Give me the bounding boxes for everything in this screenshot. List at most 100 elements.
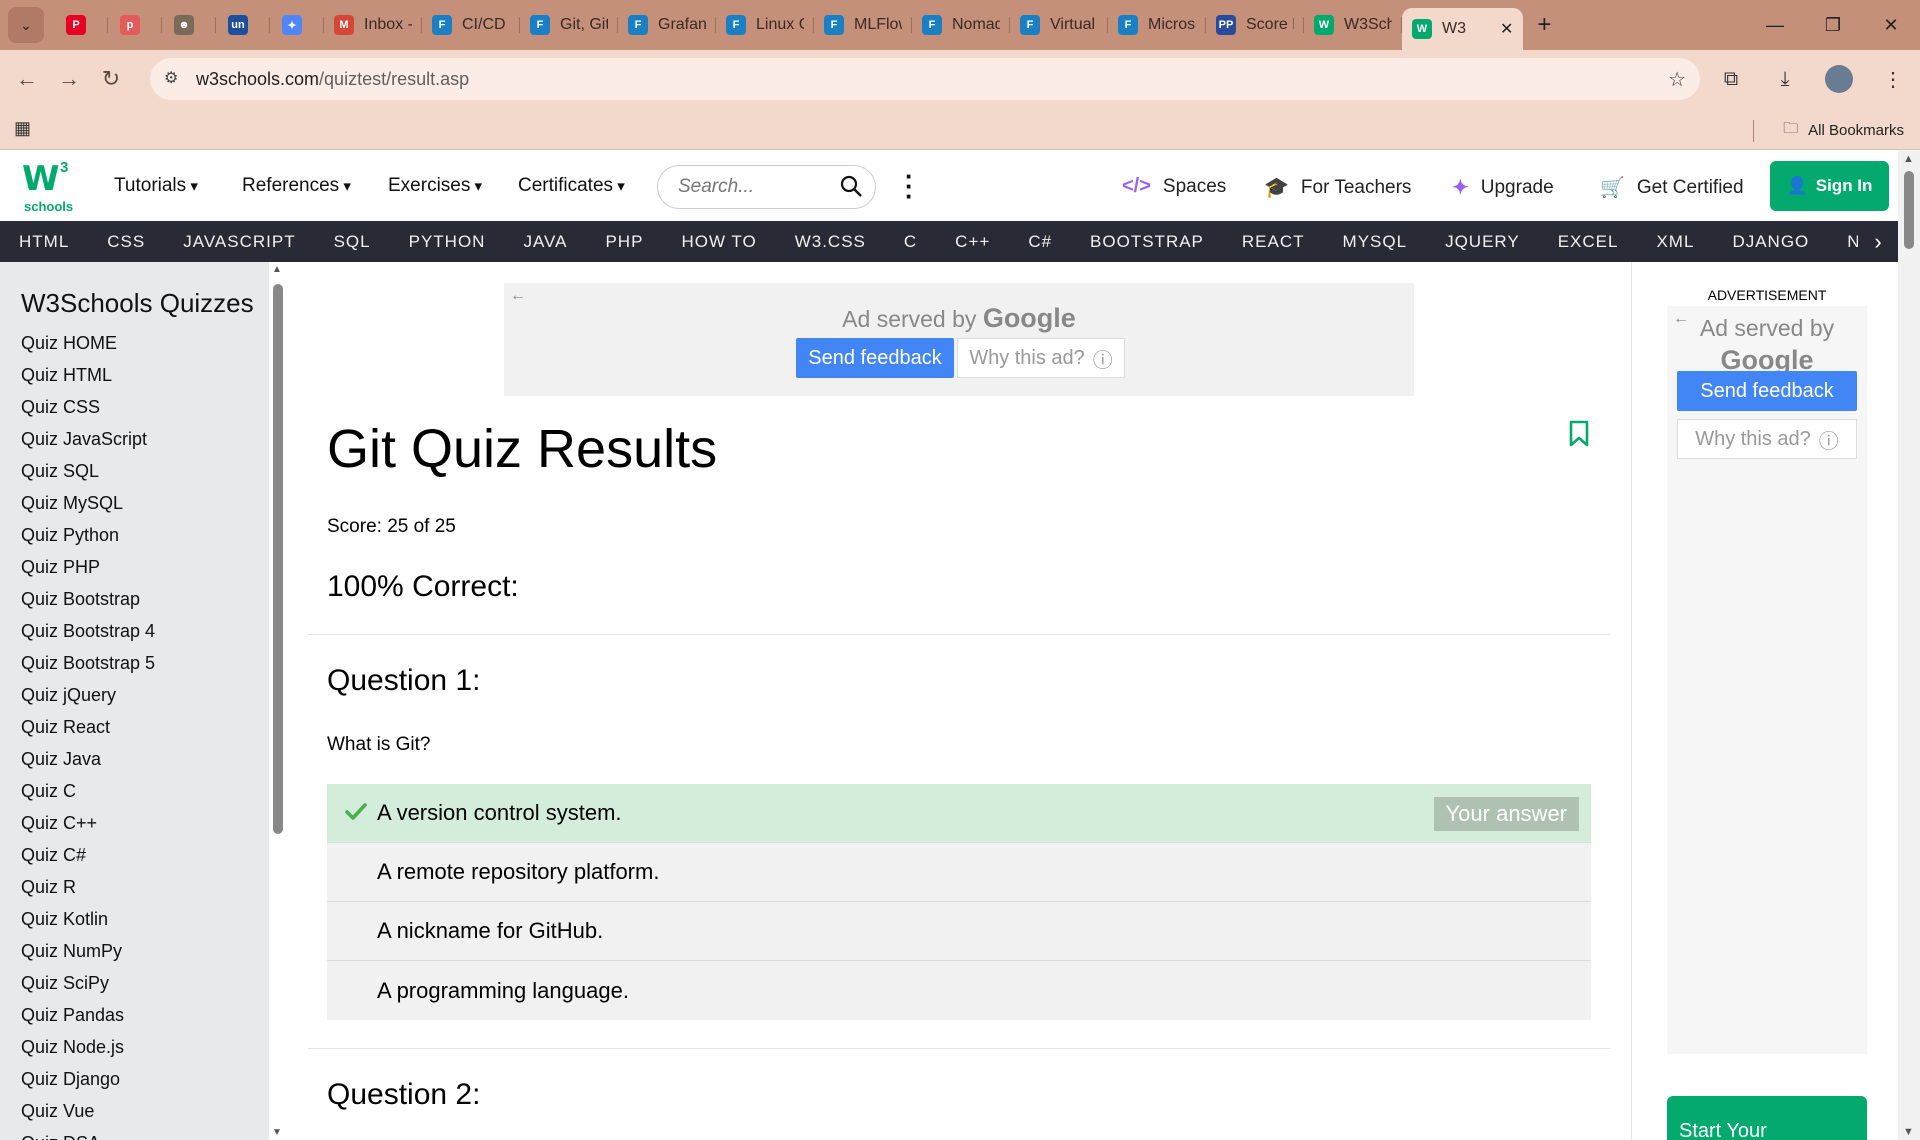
sidebar-scrollbar[interactable]: ▲ ▼ <box>269 262 286 1140</box>
browser-tab[interactable]: un <box>216 7 270 43</box>
page-scroll-thumb[interactable] <box>1904 171 1914 249</box>
sidebar-item-quiz-r[interactable]: Quiz R <box>0 871 269 903</box>
why-this-ad-button[interactable]: Why this ad? ⓘ <box>957 338 1125 378</box>
topic-link-sql[interactable]: SQL <box>334 232 371 252</box>
sidebar-item-quiz-pandas[interactable]: Quiz Pandas <box>0 999 269 1031</box>
scroll-down-icon[interactable]: ▼ <box>1903 1126 1914 1138</box>
topic-link-c[interactable]: C <box>904 232 917 252</box>
sidebar-item-quiz-bootstrap-5[interactable]: Quiz Bootstrap 5 <box>0 647 269 679</box>
topic-link-excel[interactable]: EXCEL <box>1558 232 1619 252</box>
sidebar-item-quiz-jquery[interactable]: Quiz jQuery <box>0 679 269 711</box>
new-tab-button[interactable]: + <box>1537 11 1551 39</box>
browser-tab[interactable]: ✦ <box>270 7 324 43</box>
why-this-ad-button[interactable]: Why this ad? ⓘ <box>1677 419 1857 459</box>
sidebar-item-quiz-django[interactable]: Quiz Django <box>0 1063 269 1095</box>
sidebar-item-quiz-vue[interactable]: Quiz Vue <box>0 1095 269 1127</box>
download-icon[interactable]: ⤓ <box>1758 68 1812 91</box>
sidebar-item-quiz-javascript[interactable]: Quiz JavaScript <box>0 423 269 455</box>
chevron-right-icon[interactable]: › <box>1858 221 1898 262</box>
sidebar-item-quiz-php[interactable]: Quiz PHP <box>0 551 269 583</box>
back-icon[interactable]: ← <box>6 66 48 92</box>
topic-link-java[interactable]: JAVA <box>523 232 567 252</box>
topic-link-bootstrap[interactable]: BOOTSTRAP <box>1090 232 1204 252</box>
browser-tab[interactable]: F Linux C <box>716 7 814 43</box>
sidebar-item-quiz-c-[interactable]: Quiz C++ <box>0 807 269 839</box>
page-scrollbar[interactable]: ▲ ▼ <box>1898 151 1920 1140</box>
browser-tab[interactable]: W W3Scho <box>1304 7 1402 43</box>
for-teachers-link[interactable]: 🎓 For Teachers <box>1264 175 1411 200</box>
send-feedback-button[interactable]: Send feedback <box>796 338 954 378</box>
scroll-up-icon[interactable]: ▲ <box>272 264 282 275</box>
sidebar-item-quiz-css[interactable]: Quiz CSS <box>0 391 269 423</box>
topic-link-css[interactable]: CSS <box>107 232 145 252</box>
topic-link-c-[interactable]: C# <box>1028 232 1052 252</box>
scroll-down-icon[interactable]: ▼ <box>272 1127 282 1138</box>
sidebar-item-quiz-home[interactable]: Quiz HOME <box>0 327 269 359</box>
close-tab-icon[interactable]: ✕ <box>1500 19 1513 39</box>
sidebar-item-quiz-node-js[interactable]: Quiz Node.js <box>0 1031 269 1063</box>
sidebar-item-quiz-numpy[interactable]: Quiz NumPy <box>0 935 269 967</box>
upgrade-link[interactable]: ✦ Upgrade <box>1452 175 1554 200</box>
browser-tab[interactable]: p <box>108 7 162 43</box>
sidebar-item-quiz-html[interactable]: Quiz HTML <box>0 359 269 391</box>
scroll-up-icon[interactable]: ▲ <box>1903 153 1914 165</box>
sidebar-item-quiz-bootstrap[interactable]: Quiz Bootstrap <box>0 583 269 615</box>
browser-menu-icon[interactable]: ⋮ <box>1866 67 1920 92</box>
search-icon[interactable] <box>839 174 863 198</box>
topic-link-php[interactable]: PHP <box>605 232 643 252</box>
close-window-icon[interactable]: ✕ <box>1862 15 1920 36</box>
sidebar-item-quiz-scipy[interactable]: Quiz SciPy <box>0 967 269 999</box>
sidebar-item-quiz-bootstrap-4[interactable]: Quiz Bootstrap 4 <box>0 615 269 647</box>
bookmark-star-icon[interactable]: ☆ <box>1668 67 1686 92</box>
menu-tutorials[interactable]: Tutorials <box>114 175 198 197</box>
topic-link-react[interactable]: REACT <box>1242 232 1305 252</box>
browser-tab[interactable]: F Git, Gith <box>520 7 618 43</box>
topic-link-how-to[interactable]: HOW TO <box>681 232 756 252</box>
browser-tab[interactable]: F Grafana <box>618 7 716 43</box>
browser-tab[interactable]: P <box>54 7 108 43</box>
sidebar-item-quiz-c-[interactable]: Quiz C# <box>0 839 269 871</box>
tab-search-button[interactable]: ⌄ <box>8 7 44 43</box>
browser-tab[interactable]: F Virtual <box>1010 7 1108 43</box>
browser-tab[interactable]: F Nomad <box>912 7 1010 43</box>
sidebar-item-quiz-python[interactable]: Quiz Python <box>0 519 269 551</box>
sidebar-item-quiz-react[interactable]: Quiz React <box>0 711 269 743</box>
promo-banner[interactable]: Start Your <box>1667 1096 1867 1140</box>
sidebar-item-quiz-mysql[interactable]: Quiz MySQL <box>0 487 269 519</box>
w3schools-logo[interactable]: W 3 schools <box>22 159 74 215</box>
browser-tab[interactable]: F Microso <box>1108 7 1206 43</box>
all-bookmarks-button[interactable]: 🗀 All Bookmarks <box>1753 118 1904 143</box>
menu-certificates[interactable]: Certificates <box>518 175 625 197</box>
topic-link-django[interactable]: DJANGO <box>1732 232 1809 252</box>
get-certified-link[interactable]: 🛒 Get Certified <box>1600 175 1744 200</box>
minimize-icon[interactable]: — <box>1746 15 1804 36</box>
topic-link-c-[interactable]: C++ <box>955 232 990 252</box>
profile-avatar[interactable] <box>1825 65 1853 93</box>
search-input[interactable]: Search... <box>657 165 876 209</box>
forward-icon[interactable]: → <box>48 66 90 92</box>
menu-exercises[interactable]: Exercises <box>388 175 482 197</box>
topic-link-w3-css[interactable]: W3.CSS <box>795 232 866 252</box>
sidebar-scroll-thumb[interactable] <box>273 284 283 834</box>
apps-grid-icon[interactable]: ▦ <box>14 118 31 139</box>
reload-icon[interactable]: ↻ <box>90 66 132 92</box>
sidebar-item-quiz-kotlin[interactable]: Quiz Kotlin <box>0 903 269 935</box>
browser-tab[interactable]: M Inbox - <box>324 7 422 43</box>
sidebar-item-quiz-sql[interactable]: Quiz SQL <box>0 455 269 487</box>
browser-tab[interactable]: F CI/CD w <box>422 7 520 43</box>
menu-references[interactable]: References <box>242 175 351 197</box>
topic-link-jquery[interactable]: JQUERY <box>1445 232 1520 252</box>
sidebar-item-quiz-java[interactable]: Quiz Java <box>0 743 269 775</box>
sign-in-button[interactable]: 👤 Sign In <box>1770 161 1889 211</box>
topic-link-javascript[interactable]: JAVASCRIPT <box>183 232 295 252</box>
address-bar[interactable]: ⚙ w3schools.com/quiztest/result.asp ☆ <box>150 58 1700 100</box>
topic-link-mysql[interactable]: MYSQL <box>1343 232 1408 252</box>
spaces-link[interactable]: </> Spaces <box>1122 175 1226 198</box>
site-info-icon[interactable]: ⚙ <box>164 68 178 88</box>
browser-tab[interactable]: F MLFlow <box>814 7 912 43</box>
sidebar-item-quiz-c[interactable]: Quiz C <box>0 775 269 807</box>
sidebar-item-quiz-dsa[interactable]: Quiz DSA <box>0 1127 269 1140</box>
topic-link-html[interactable]: HTML <box>19 232 69 252</box>
topic-link-python[interactable]: PYTHON <box>409 232 486 252</box>
topic-link-xml[interactable]: XML <box>1656 232 1694 252</box>
